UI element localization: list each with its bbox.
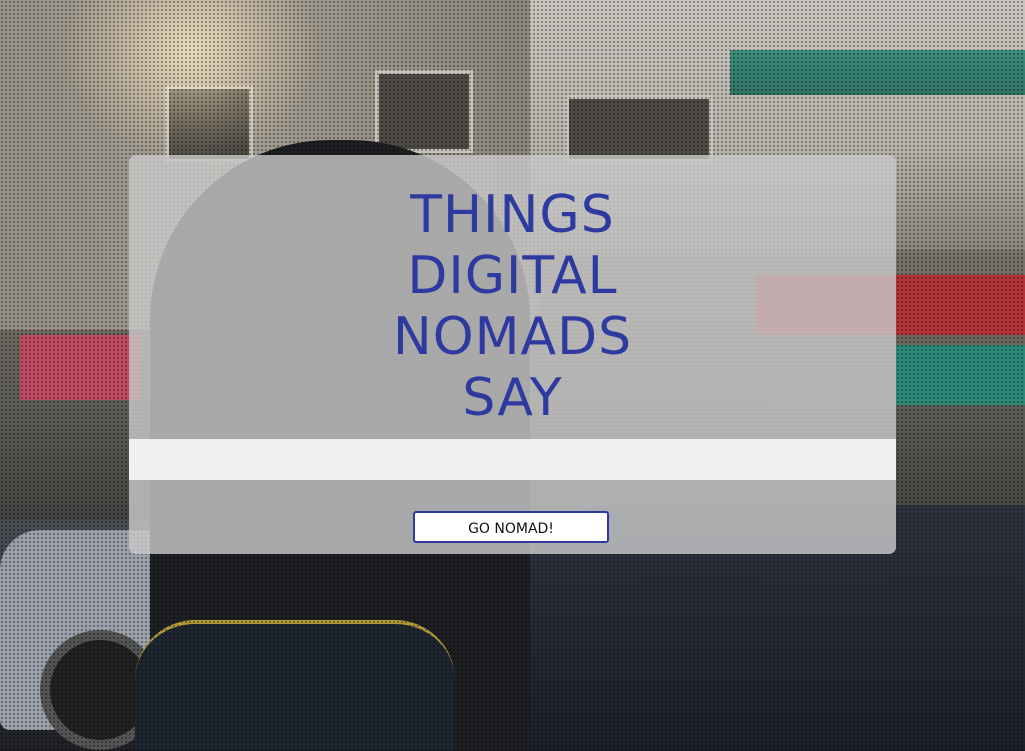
hero-title-line: DIGITAL <box>407 246 618 306</box>
hero-title-line: THINGS <box>410 185 615 245</box>
hero-title-line: NOMADS <box>392 307 633 367</box>
go-nomad-button[interactable]: GO NOMAD! <box>413 511 609 543</box>
hero-title-line: SAY <box>462 368 563 428</box>
hero-card: THINGS DIGITAL NOMADS SAY GO NOMAD! <box>129 155 896 554</box>
hero-band <box>129 439 896 480</box>
hero-title: THINGS DIGITAL NOMADS SAY <box>129 185 896 429</box>
